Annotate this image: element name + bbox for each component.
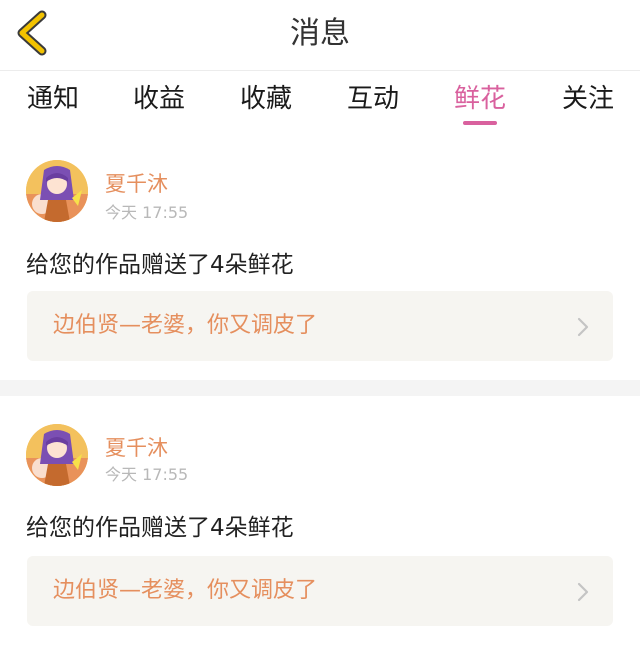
active-tab-indicator (463, 121, 497, 125)
chevron-right-icon (577, 317, 589, 337)
header-bar: 消息 (0, 0, 640, 71)
tab-notifications[interactable]: 通知 (0, 71, 108, 131)
message-text: 给您的作品赠送了4朵鲜花 (26, 252, 294, 278)
avatar[interactable] (26, 160, 88, 222)
tab-follows[interactable]: 关注 (533, 71, 640, 131)
chevron-right-icon (577, 582, 589, 602)
avatar[interactable] (26, 424, 88, 486)
username[interactable]: 夏千沐 (105, 432, 168, 462)
tab-earnings[interactable]: 收益 (104, 71, 214, 131)
message-text: 给您的作品赠送了4朵鲜花 (26, 515, 294, 541)
tab-favorites[interactable]: 收藏 (211, 71, 321, 131)
app-screen: 消息 通知 收益 收藏 互动 鲜花 关注 夏千沐 今天 17:55 给您的作品赠… (0, 0, 640, 645)
username[interactable]: 夏千沐 (105, 168, 168, 198)
timestamp: 今天 17:55 (105, 203, 189, 222)
work-title: 边伯贤—老婆，你又调皮了 (53, 578, 318, 603)
page-title: 消息 (290, 16, 350, 51)
tab-bar: 通知 收益 收藏 互动 鲜花 关注 (0, 71, 640, 131)
back-button[interactable] (10, 9, 58, 57)
work-title: 边伯贤—老婆，你又调皮了 (53, 313, 318, 338)
tab-interactions[interactable]: 互动 (318, 71, 428, 131)
section-divider (0, 380, 640, 396)
chevron-left-icon (17, 10, 47, 56)
timestamp: 今天 17:55 (105, 465, 189, 484)
work-link[interactable]: 边伯贤—老婆，你又调皮了 (27, 556, 613, 626)
work-link[interactable]: 边伯贤—老婆，你又调皮了 (27, 291, 613, 361)
message-card: 夏千沐 今天 17:55 给您的作品赠送了4朵鲜花 边伯贤—老婆，你又调皮了 (0, 131, 640, 380)
message-card: 夏千沐 今天 17:55 给您的作品赠送了4朵鲜花 边伯贤—老婆，你又调皮了 (0, 396, 640, 645)
